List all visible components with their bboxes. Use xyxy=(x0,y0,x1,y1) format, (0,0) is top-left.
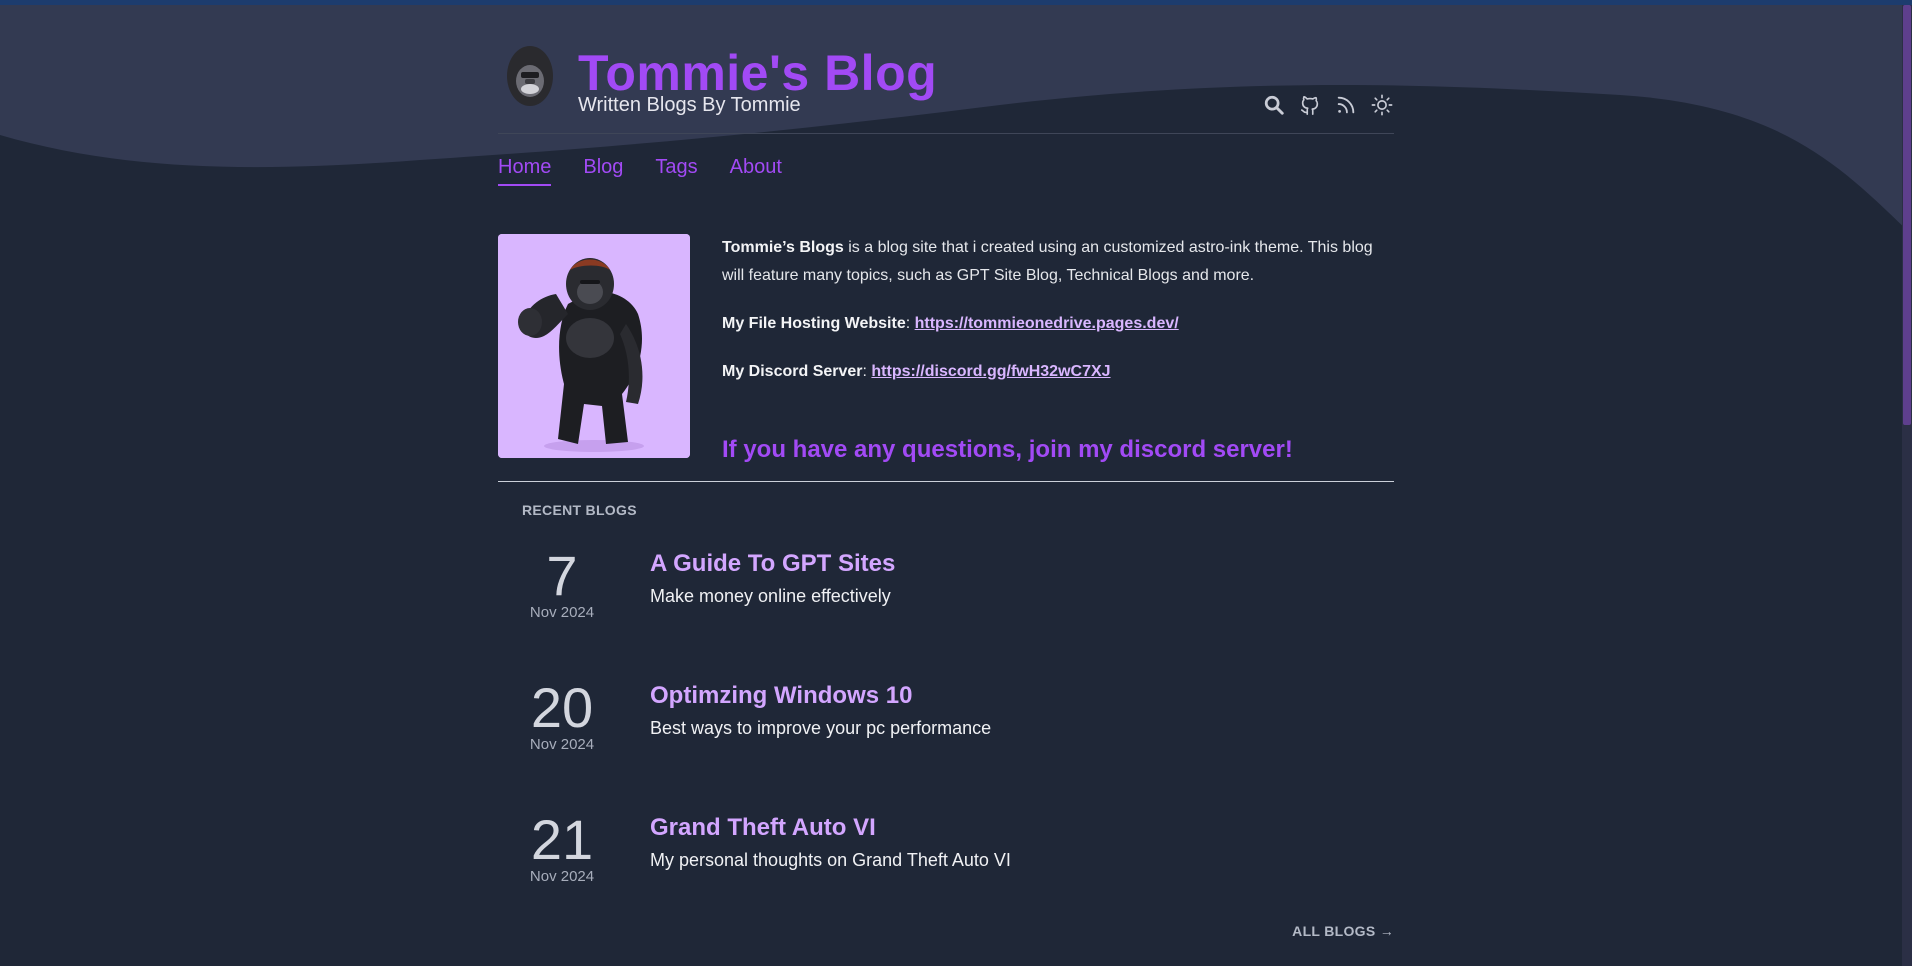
nav-about[interactable]: About xyxy=(730,156,782,186)
sun-icon[interactable] xyxy=(1370,93,1394,117)
discord-label: My Discord Server xyxy=(722,363,863,380)
all-blogs-link[interactable]: ALL BLOGS → xyxy=(1292,923,1394,939)
page-scrollbar[interactable] xyxy=(1902,5,1912,966)
nav-tags[interactable]: Tags xyxy=(655,156,697,186)
post-description: Make money online effectively xyxy=(650,586,891,606)
intro-site-name: Tommie’s Blogs xyxy=(722,239,844,256)
file-hosting-link[interactable]: https://tommieonedrive.pages.dev/ xyxy=(915,315,1179,332)
blog-post-item[interactable]: 21 Nov 2024 Grand Theft Auto VI My perso… xyxy=(498,810,1394,920)
post-day: 20 xyxy=(530,676,594,739)
main-nav: Home Blog Tags About xyxy=(498,156,782,186)
nav-home[interactable]: Home xyxy=(498,156,552,186)
post-title-link[interactable]: Optimzing Windows 10 xyxy=(650,682,912,710)
intro-text: Tommie’s Blogs is a blog site that i cre… xyxy=(722,234,1394,406)
recent-blogs-heading: RECENT BLOGS xyxy=(522,502,637,518)
gorilla-image xyxy=(498,234,690,458)
scrollbar-thumb[interactable] xyxy=(1903,5,1911,425)
blog-post-item[interactable]: 7 Nov 2024 A Guide To GPT Sites Make mon… xyxy=(498,546,1394,656)
post-description: Best ways to improve your pc performance xyxy=(650,718,992,738)
search-icon[interactable] xyxy=(1262,93,1286,117)
file-hosting-label: My File Hosting Website xyxy=(722,315,906,332)
post-month: Nov 2024 xyxy=(529,868,595,885)
discord-link[interactable]: https://discord.gg/fwH32wC7XJ xyxy=(871,363,1110,380)
post-month: Nov 2024 xyxy=(529,604,595,621)
discord-line: My Discord Server: https://discord.gg/fw… xyxy=(722,358,1394,386)
file-hosting-separator: : xyxy=(905,315,915,332)
section-divider xyxy=(498,481,1394,482)
rss-icon[interactable] xyxy=(1334,93,1358,117)
site-logo[interactable] xyxy=(506,45,554,107)
page-container: Tommie's Blog Written Blogs By Tommie Ho… xyxy=(498,5,1394,939)
post-description: My personal thoughts on Grand Theft Auto… xyxy=(650,850,1011,870)
file-hosting-line: My File Hosting Website: https://tommieo… xyxy=(722,310,1394,338)
site-header: Tommie's Blog Written Blogs By Tommie xyxy=(498,5,1394,134)
post-day: 21 xyxy=(530,808,594,871)
nav-blog[interactable]: Blog xyxy=(583,156,623,186)
post-date: 7 Nov 2024 xyxy=(522,544,602,622)
discord-cta-heading: If you have any questions, join my disco… xyxy=(722,436,1293,463)
post-title-link[interactable]: A Guide To GPT Sites xyxy=(650,550,895,578)
post-day: 7 xyxy=(546,544,578,607)
post-title-link[interactable]: Grand Theft Auto VI xyxy=(650,814,876,842)
post-date: 20 Nov 2024 xyxy=(522,676,602,754)
post-month: Nov 2024 xyxy=(529,736,595,753)
github-icon[interactable] xyxy=(1298,93,1322,117)
intro-paragraph: Tommie’s Blogs is a blog site that i cre… xyxy=(722,234,1394,290)
post-date: 21 Nov 2024 xyxy=(522,808,602,886)
header-icon-bar xyxy=(1262,93,1394,117)
blog-post-item[interactable]: 20 Nov 2024 Optimzing Windows 10 Best wa… xyxy=(498,678,1394,788)
site-subtitle: Written Blogs By Tommie xyxy=(578,94,801,116)
